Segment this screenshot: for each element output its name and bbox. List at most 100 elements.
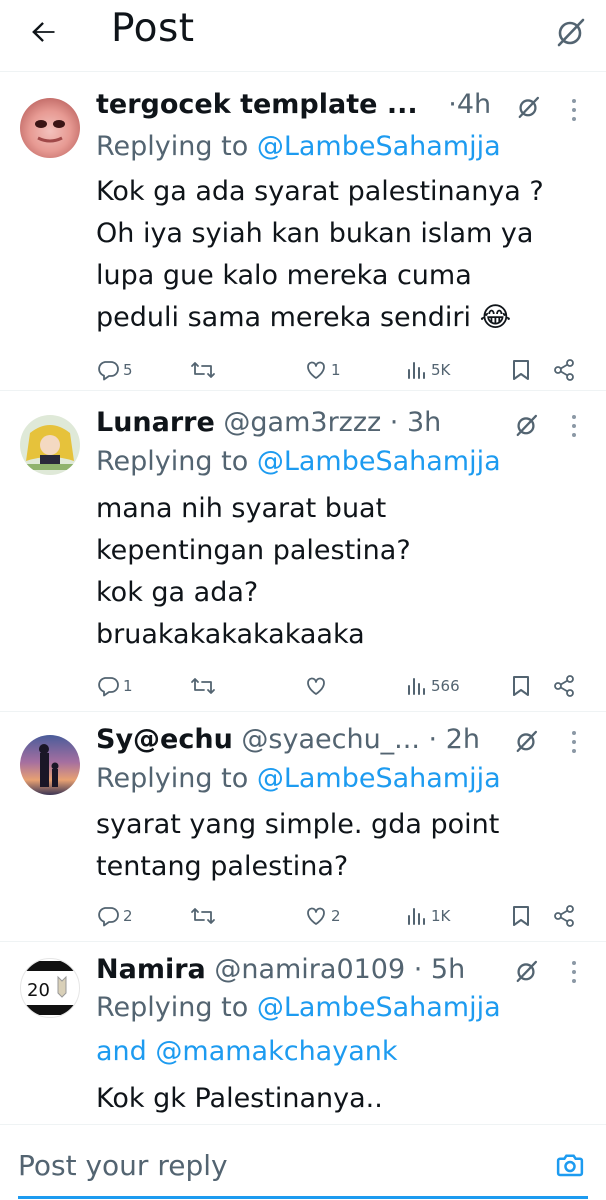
heart-icon	[307, 361, 325, 379]
reply-count: 2	[123, 907, 133, 925]
repost-button[interactable]	[190, 355, 216, 385]
repost-icon	[191, 678, 215, 694]
mention-link[interactable]: @LambeSahamjja	[257, 446, 501, 477]
author-name[interactable]: tergocek template ...	[96, 89, 418, 120]
tweet-time[interactable]: 4h	[457, 89, 491, 120]
more-options-icon[interactable]	[564, 957, 584, 987]
repost-button[interactable]	[190, 901, 216, 931]
reply-icon	[98, 361, 119, 381]
bookmark-icon	[513, 360, 529, 380]
repost-button[interactable]	[190, 671, 216, 701]
repost-icon	[191, 908, 215, 924]
arrow-left-icon	[32, 22, 55, 42]
camera-button[interactable]	[550, 1145, 590, 1185]
bookmark-icon	[513, 906, 529, 926]
reply-icon	[98, 677, 119, 697]
author-name[interactable]: Sy@echu	[96, 724, 233, 755]
tweet-time[interactable]: 3h	[407, 407, 441, 438]
avatar-image	[39, 744, 59, 787]
replying-to: Replying to @LambeSahamjja	[96, 446, 501, 477]
view-count: 566	[431, 677, 460, 695]
share-button[interactable]	[552, 671, 576, 701]
more-options-icon[interactable]	[564, 411, 584, 441]
more-options-icon[interactable]	[564, 95, 584, 125]
mention-link[interactable]: @LambeSahamjja	[257, 131, 501, 162]
avatar-image: 20	[21, 961, 79, 1015]
share-icon	[554, 359, 574, 381]
author-handle[interactable]: @syaechu_...	[241, 724, 420, 755]
like-button[interactable]	[304, 671, 328, 701]
replying-to: Replying to @LambeSahamjja	[96, 131, 501, 162]
avatar[interactable]	[20, 98, 80, 158]
like-count: 1	[331, 361, 341, 379]
camera-icon	[556, 1154, 584, 1177]
views-icon	[408, 908, 425, 925]
like-button[interactable]: 1	[304, 355, 341, 385]
mention-link[interactable]: @LambeSahamjja	[257, 992, 501, 1023]
grok-icon[interactable]	[512, 411, 540, 439]
views-icon	[408, 678, 425, 695]
share-icon	[554, 905, 574, 927]
replying-to: Replying to @LambeSahamjja	[96, 992, 501, 1023]
tweet-time[interactable]: 5h	[431, 954, 465, 985]
avatar[interactable]	[20, 735, 80, 795]
reply-button[interactable]: 2	[96, 901, 133, 931]
heart-icon	[307, 677, 325, 695]
author-handle[interactable]: @namira0109	[214, 954, 405, 985]
views-icon	[408, 362, 425, 379]
author-name[interactable]: Namira	[96, 954, 206, 985]
reply-tweet[interactable]: tergocek template ... ·4h Replying to @L…	[0, 73, 606, 391]
views-button[interactable]: 1K	[406, 901, 450, 931]
input-focus-line	[18, 1196, 588, 1199]
back-button[interactable]	[22, 12, 66, 52]
more-options-icon[interactable]	[564, 727, 584, 757]
avatar[interactable]: 20	[20, 958, 80, 1018]
views-button[interactable]: 5K	[406, 355, 450, 385]
views-button[interactable]: 566	[406, 671, 460, 701]
share-icon	[554, 675, 574, 697]
reply-count: 1	[123, 677, 133, 695]
avatar-text: 20	[27, 980, 50, 1001]
tweet-actions: 5 1 5K	[96, 355, 596, 385]
page-title: Post	[111, 6, 195, 51]
bookmark-icon	[513, 676, 529, 696]
avatar[interactable]	[20, 415, 80, 475]
replying-to: Replying to @LambeSahamjja	[96, 763, 501, 794]
avatar-image	[24, 425, 76, 470]
view-count: 1K	[431, 907, 451, 925]
reply-tweet[interactable]: Sy@echu @syaechu_... · 2h Replying to @L…	[0, 713, 606, 942]
author-handle[interactable]: @gam3rzzz	[223, 407, 381, 438]
replying-to-continued: and @mamakchayank	[96, 1036, 398, 1067]
share-button[interactable]	[552, 901, 576, 931]
grok-icon[interactable]	[512, 957, 540, 985]
bookmark-button[interactable]	[510, 671, 532, 701]
tweet-text: Kok gk Palestinanya..	[96, 1083, 383, 1114]
reply-tweet[interactable]: Lunarre @gam3rzzz · 3h Replying to @Lamb…	[0, 392, 606, 712]
grok-icon[interactable]	[514, 93, 542, 121]
reply-tweet[interactable]: 20 Namira @namira0109 · 5h Replying to @…	[0, 943, 606, 1124]
mention-link[interactable]: @LambeSahamjja	[257, 763, 501, 794]
grok-icon[interactable]	[512, 727, 540, 755]
bookmark-button[interactable]	[510, 901, 532, 931]
tweet-text: syarat yang simple. gda point tentang pa…	[96, 809, 500, 882]
like-count: 2	[331, 907, 341, 925]
grok-button[interactable]	[548, 12, 592, 52]
tweet-text: Kok ga ada syarat palestinanya ? Oh iya …	[96, 176, 544, 333]
reply-icon	[98, 907, 119, 927]
reply-button[interactable]: 5	[96, 355, 133, 385]
mention-link[interactable]: @mamakchayank	[155, 1036, 397, 1067]
avatar-image	[35, 120, 65, 143]
tweet-text: mana nih syarat buat kepentingan palesti…	[96, 493, 411, 650]
repost-icon	[191, 362, 215, 378]
like-button[interactable]: 2	[304, 901, 341, 931]
reply-count: 5	[123, 361, 133, 379]
share-button[interactable]	[552, 355, 576, 385]
tweet-time[interactable]: 2h	[446, 724, 480, 755]
heart-icon	[307, 907, 325, 925]
bookmark-button[interactable]	[510, 355, 532, 385]
grok-icon	[557, 18, 585, 47]
reply-input[interactable]	[18, 1145, 518, 1185]
reply-button[interactable]: 1	[96, 671, 133, 701]
author-name[interactable]: Lunarre	[96, 407, 215, 438]
tweet-actions: 2 2 1K	[96, 901, 596, 931]
